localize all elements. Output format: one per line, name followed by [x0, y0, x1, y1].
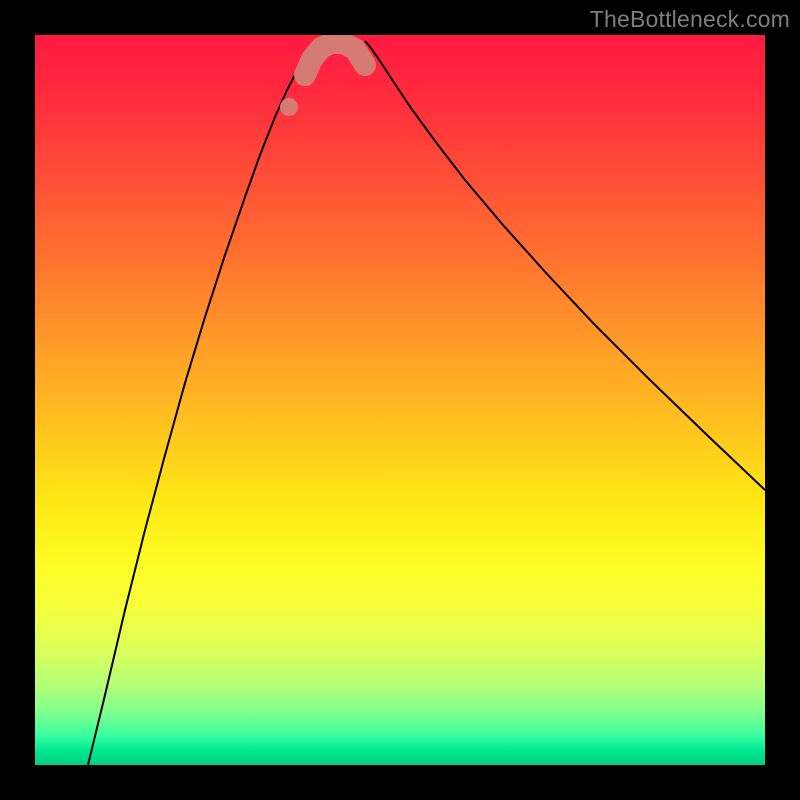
markers-dip — [305, 43, 365, 75]
curve-left — [88, 42, 316, 765]
curve-group — [88, 41, 765, 765]
plot-area — [35, 35, 765, 765]
curve-right — [365, 41, 765, 490]
marker-left-dot — [280, 98, 298, 116]
watermark-text: TheBottleneck.com — [590, 6, 790, 33]
chart-frame: TheBottleneck.com — [0, 0, 800, 800]
curve-layer — [35, 35, 765, 765]
